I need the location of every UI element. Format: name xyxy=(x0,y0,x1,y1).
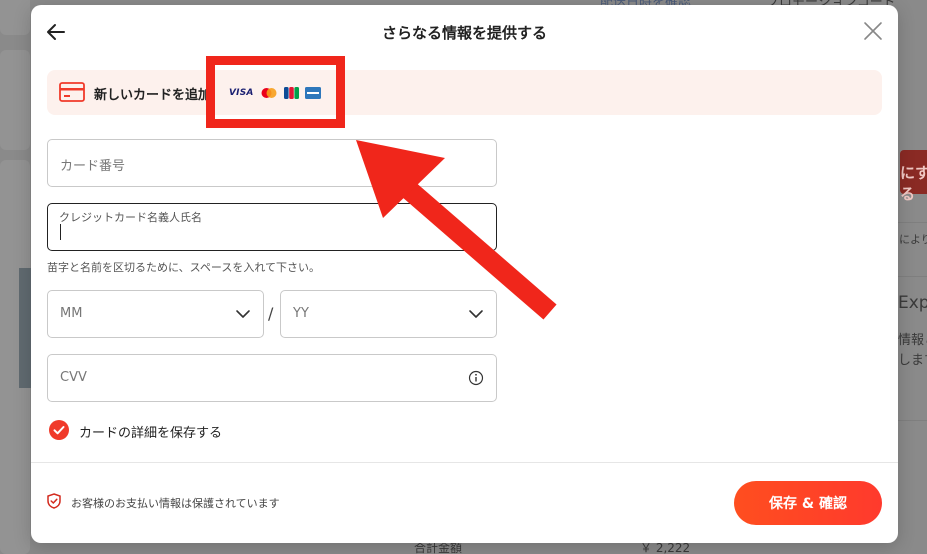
secure-payment-note: お客様のお支払い情報は保護されています xyxy=(71,497,280,510)
month-placeholder: MM xyxy=(60,306,83,321)
footer-divider xyxy=(31,462,898,463)
background-divider xyxy=(898,222,927,223)
background-divider xyxy=(898,276,927,277)
background-side-note: により xyxy=(899,233,927,246)
card-number-placeholder: カード番号 xyxy=(60,159,126,174)
amex-logo-icon xyxy=(304,87,321,99)
modal-title: さらなる情報を提供する xyxy=(381,24,547,42)
date-separator: / xyxy=(268,304,274,323)
cvv-field[interactable]: CVV xyxy=(47,354,497,402)
expiry-year-select[interactable]: YY xyxy=(280,290,497,338)
cardholder-name-label: クレジットカード名義人氏名 xyxy=(59,211,202,224)
save-and-confirm-button[interactable]: 保存 & 確認 xyxy=(734,481,882,525)
new-card-option[interactable]: 新しいカードを追加 VISA xyxy=(47,70,882,115)
cardholder-hint: 苗字と名前を区切るために、スペースを入れて下さい。 xyxy=(47,261,321,274)
background-card-left xyxy=(0,50,30,150)
close-icon[interactable] xyxy=(862,20,884,42)
background-divider xyxy=(898,420,927,421)
text-cursor xyxy=(60,224,61,240)
modal-header: さらなる情報を提供する xyxy=(31,5,898,59)
expiry-month-select[interactable]: MM xyxy=(47,290,264,338)
year-placeholder: YY xyxy=(293,306,309,321)
new-card-label: 新しいカードを追加 xyxy=(94,88,212,103)
background-order-button[interactable]: にする xyxy=(900,150,927,203)
jcb-logo-icon xyxy=(283,87,299,99)
visa-logo-icon: VISA xyxy=(229,88,254,98)
credit-card-icon xyxy=(59,82,85,102)
cardholder-name-field[interactable]: クレジットカード名義人氏名 xyxy=(47,203,497,251)
cvv-placeholder: CVV xyxy=(60,370,87,385)
save-card-checkbox[interactable] xyxy=(48,419,70,441)
chevron-down-icon xyxy=(469,310,483,318)
chevron-down-icon xyxy=(236,310,250,318)
card-number-field[interactable]: カード番号 xyxy=(47,139,497,187)
background-info-line: します xyxy=(898,353,927,368)
save-card-label[interactable]: カードの詳細を保存する xyxy=(79,422,222,441)
info-icon[interactable] xyxy=(468,370,484,386)
shield-check-icon xyxy=(47,493,61,509)
add-card-modal: さらなる情報を提供する 新しいカードを追加 VISA カード番号 クレジットカー… xyxy=(31,5,898,543)
mastercard-logo-icon xyxy=(261,88,277,98)
background-info-line: 情報と xyxy=(898,333,927,348)
background-product-thumbnail xyxy=(19,268,31,388)
card-brand-logos: VISA xyxy=(229,87,321,99)
background-express-brand: Expr xyxy=(898,293,927,313)
background-card-top xyxy=(0,0,30,35)
